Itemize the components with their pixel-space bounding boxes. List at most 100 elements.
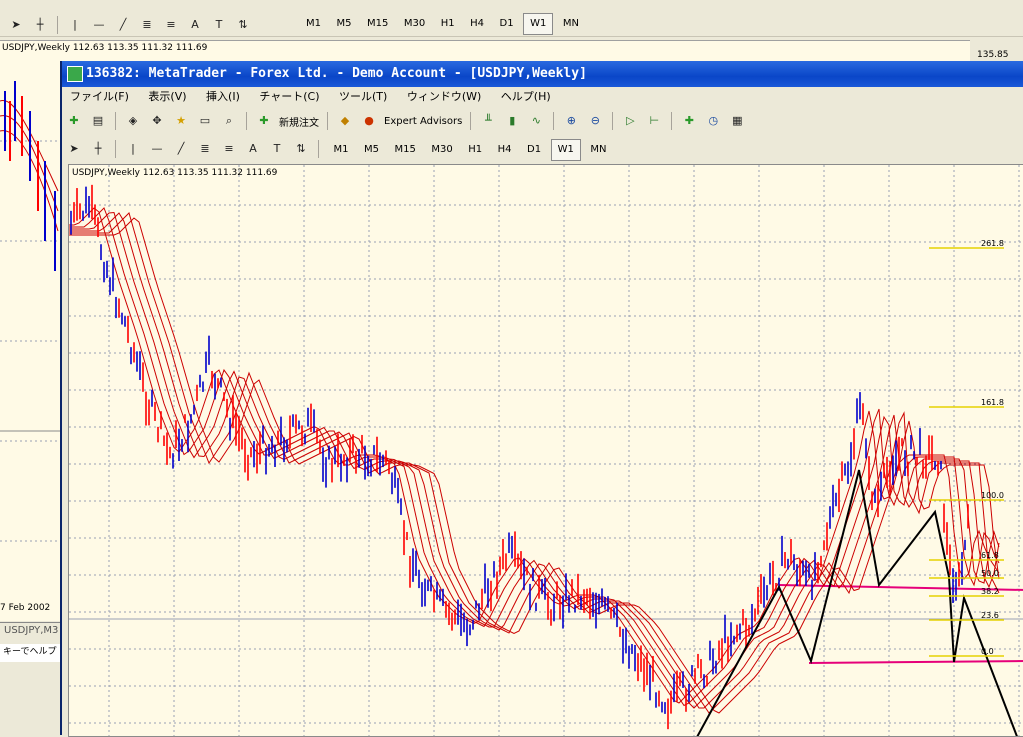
strategy-tester-icon[interactable]: ⌕ [220, 112, 238, 130]
menu-file[interactable]: ファイル(F) [62, 87, 137, 107]
data-window-icon[interactable]: ✥ [148, 112, 166, 130]
tf-mn[interactable]: MN [584, 140, 612, 160]
moving-average-line [69, 207, 1000, 707]
text-icon[interactable]: A [186, 16, 204, 34]
fib-level-label: 0.0 [981, 647, 994, 656]
window-title: 136382: MetaTrader - Forex Ltd. - Demo A… [86, 66, 587, 81]
autoscroll-icon[interactable]: ▷ [621, 112, 639, 130]
bg-tf-w1[interactable]: W1 [523, 13, 554, 35]
price-chart-svg: 261.8 161.8 100.0 61.8 50.0 38.2 23.6 0.0 [69, 165, 1023, 736]
vertical-line-icon[interactable]: | [124, 140, 142, 158]
arrows-icon[interactable]: ⇅ [234, 16, 252, 34]
text-icon[interactable]: A [244, 140, 262, 158]
bg-tf-d1[interactable]: D1 [494, 14, 520, 34]
tf-m1[interactable]: M1 [328, 140, 355, 160]
market-watch-icon[interactable]: ◈ [124, 112, 142, 130]
templates-icon[interactable]: ▦ [728, 112, 746, 130]
bg-tf-m5[interactable]: M5 [331, 14, 358, 34]
app-icon [67, 66, 83, 82]
horizontal-line-icon[interactable]: — [148, 140, 166, 158]
metatrader-window: 136382: MetaTrader - Forex Ltd. - Demo A… [60, 61, 1023, 737]
channel-icon[interactable]: ≣ [138, 16, 156, 34]
fib-level-label: 161.8 [981, 398, 1004, 407]
background-chart-title: USDJPY,Weekly 112.63 113.35 111.32 111.6… [2, 43, 208, 53]
chart-area[interactable]: 261.8 161.8 100.0 61.8 50.0 38.2 23.6 0.0 [68, 164, 1023, 737]
line-chart-icon[interactable]: ∿ [527, 112, 545, 130]
horizontal-line-icon[interactable]: — [90, 16, 108, 34]
periods-icon[interactable]: ◷ [704, 112, 722, 130]
tf-d1[interactable]: D1 [521, 140, 547, 160]
fibo-icon[interactable]: ≡ [162, 16, 180, 34]
terminal-icon[interactable]: ▭ [196, 112, 214, 130]
arrows-icon[interactable]: ⇅ [292, 140, 310, 158]
menu-help[interactable]: ヘルプ(H) [493, 87, 559, 107]
background-timeframe-bar: M1 M5 M15 M30 H1 H4 D1 W1 MN [300, 13, 585, 35]
menu-view[interactable]: 表示(V) [140, 87, 194, 107]
bg-tf-m30[interactable]: M30 [398, 14, 431, 34]
background-chart-tab[interactable]: USDJPY,M3 [0, 622, 60, 641]
support-line-lower [808, 660, 1023, 664]
vertical-line-icon[interactable]: | [66, 16, 84, 34]
chart-shift-icon[interactable]: ⊢ [645, 112, 663, 130]
title-bar[interactable]: 136382: MetaTrader - Forex Ltd. - Demo A… [62, 61, 1023, 87]
profiles-icon[interactable]: ▤ [89, 112, 107, 130]
menu-window[interactable]: ウィンドウ(W) [399, 87, 489, 107]
moving-average-line [69, 207, 1000, 704]
tf-h1[interactable]: H1 [462, 140, 488, 160]
new-order-button[interactable]: 新規注文 [276, 114, 322, 129]
trendline-icon[interactable]: ╱ [114, 16, 132, 34]
background-toolbar: M1 M5 M15 M30 H1 H4 D1 W1 MN ➤ ┼ | — ╱ ≣ ≡ A T ⇅ [0, 10, 1023, 37]
bg-drawing-tools: ➤ ┼ | — ╱ ≣ ≡ A T ⇅ [4, 13, 255, 37]
new-order-icon[interactable]: ✚ [255, 112, 273, 130]
bg-tf-mn[interactable]: MN [557, 14, 585, 34]
background-chart-tab-label: USDJPY,M3 [4, 625, 59, 636]
indicators-icon[interactable]: ✚ [680, 112, 698, 130]
menu-chart[interactable]: チャート(C) [251, 87, 327, 107]
zoom-out-icon[interactable]: ⊖ [586, 112, 604, 130]
background-status-bar: キーでヘルプ [0, 644, 60, 662]
background-price-label: 135.85 [977, 50, 1009, 60]
chart-title: USDJPY,Weekly 112.63 113.35 111.32 111.6… [72, 168, 278, 178]
tf-m30[interactable]: M30 [425, 140, 458, 160]
zoom-in-icon[interactable]: ⊕ [562, 112, 580, 130]
new-chart-icon[interactable]: ✚ [65, 112, 83, 130]
crosshair-icon[interactable]: ┼ [31, 16, 49, 34]
fib-level-label: 261.8 [981, 239, 1004, 248]
fib-level-label: 61.8 [981, 551, 999, 560]
fib-level-label: 38.2 [981, 587, 999, 596]
menu-tools[interactable]: ツール(T) [331, 87, 395, 107]
bg-tf-m1[interactable]: M1 [300, 14, 327, 34]
equidistant-channel-icon[interactable]: ≣ [196, 140, 214, 158]
tf-w1[interactable]: W1 [550, 139, 581, 161]
fib-level-label: 23.6 [981, 611, 999, 620]
tf-m5[interactable]: M5 [358, 140, 385, 160]
text-label-icon[interactable]: T [268, 140, 286, 158]
crosshair-icon[interactable]: ┼ [89, 140, 107, 158]
moving-average-line [69, 211, 1000, 709]
bg-tf-h4[interactable]: H4 [464, 14, 490, 34]
cursor-icon[interactable]: ➤ [7, 16, 25, 34]
expert-advisors-icon[interactable]: ● [360, 112, 378, 130]
menu-bar: ファイル(F) 表示(V) 挿入(I) チャート(C) ツール(T) ウィンドウ… [62, 87, 1023, 107]
tf-h4[interactable]: H4 [492, 140, 518, 160]
tf-m15[interactable]: M15 [389, 140, 422, 160]
fib-level-label: 100.0 [981, 491, 1004, 500]
moving-average-line [69, 212, 1000, 714]
expert-advisors-button[interactable]: Expert Advisors [381, 116, 465, 127]
fib-level-label: 50.0 [981, 569, 999, 578]
candlestick-icon[interactable]: ▮ [503, 112, 521, 130]
menu-insert[interactable]: 挿入(I) [198, 87, 248, 107]
moving-average-line [69, 217, 1000, 714]
bg-tf-m15[interactable]: M15 [361, 14, 394, 34]
background-status-text: キーでヘルプ [3, 647, 57, 657]
bg-tf-h1[interactable]: H1 [435, 14, 461, 34]
trendline-icon[interactable]: ╱ [172, 140, 190, 158]
standard-toolbar: ✚ ▤ ◈ ✥ ★ ▭ ⌕ ✚ 新規注文 ◆ ● Expert Advisors ╨ ▮ ∿ ⊕ ⊖ ▷ ⊢ ✚ ◷ ▦ [62, 109, 1023, 135]
metaeditor-icon[interactable]: ◆ [336, 112, 354, 130]
bar-chart-icon[interactable]: ╨ [479, 112, 497, 130]
cursor-icon[interactable]: ➤ [65, 140, 83, 158]
background-date-label: 7 Feb 2002 [0, 603, 51, 613]
fibonacci-icon[interactable]: ≡ [220, 140, 238, 158]
label-icon[interactable]: T [210, 16, 228, 34]
navigator-icon[interactable]: ★ [172, 112, 190, 130]
